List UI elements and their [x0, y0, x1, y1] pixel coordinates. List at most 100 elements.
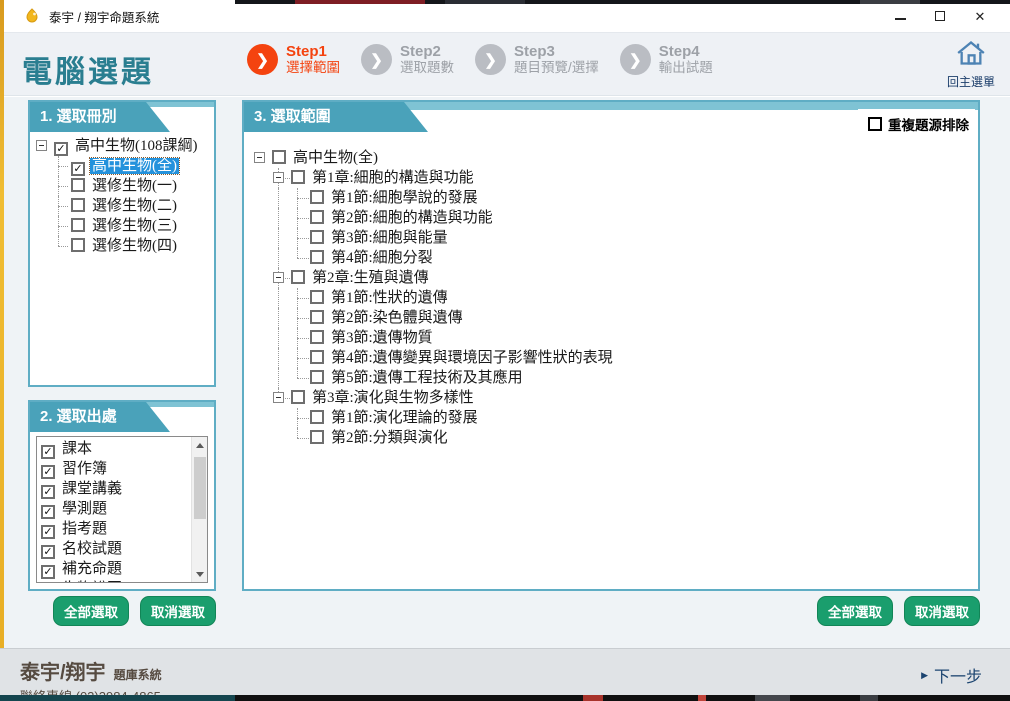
tree-item[interactable]: 第3章:演化與生物多樣性: [244, 388, 978, 408]
select-all-scope-button[interactable]: 全部選取: [817, 596, 893, 626]
scroll-up-button[interactable]: [192, 437, 208, 453]
tree-item[interactable]: 第4節:遺傳變異與環境因子影響性狀的表現: [244, 348, 978, 368]
tree-item[interactable]: ✓ 高中生物(全): [30, 156, 214, 176]
checkbox[interactable]: ✓: [41, 445, 55, 459]
tree-item-label[interactable]: 選修生物(一): [90, 178, 179, 194]
source-list-item[interactable]: ✓ 學測題: [41, 499, 189, 519]
tree-item[interactable]: 選修生物(四): [30, 236, 214, 256]
checkbox[interactable]: [310, 410, 324, 424]
checkbox[interactable]: [310, 430, 324, 444]
tree-item-label[interactable]: 第2節:細胞的構造與功能: [329, 210, 495, 226]
tree-item[interactable]: 第2節:染色體與遺傳: [244, 308, 978, 328]
tree-item[interactable]: 第5節:遺傳工程技術及其應用: [244, 368, 978, 388]
tree-item[interactable]: 第2節:細胞的構造與功能: [244, 208, 978, 228]
checkbox[interactable]: [310, 230, 324, 244]
source-item-label[interactable]: 學測題: [60, 501, 109, 517]
tree-item-label[interactable]: 高中生物(全): [90, 158, 179, 174]
checkbox[interactable]: ✓: [41, 525, 55, 539]
source-list-item[interactable]: ✓指考題: [41, 519, 189, 539]
checkbox[interactable]: [291, 270, 305, 284]
tree-item-label[interactable]: 第1節:演化理論的發展: [329, 410, 480, 426]
source-list-item[interactable]: ✓ 習作簿: [41, 459, 189, 479]
checkbox[interactable]: [291, 390, 305, 404]
checkbox[interactable]: [71, 238, 85, 252]
tree-item-label[interactable]: 第5節:遺傳工程技術及其應用: [329, 370, 525, 386]
step-3[interactable]: ❯ Step3 題目預覽/選擇: [475, 43, 599, 76]
tree-item-label[interactable]: 選修生物(三): [90, 218, 179, 234]
checkbox[interactable]: ✓: [41, 485, 55, 499]
home-button[interactable]: 回主選單: [942, 39, 1000, 90]
tree-item-label[interactable]: 高中生物(全): [291, 150, 380, 166]
checkbox[interactable]: [310, 250, 324, 264]
minimize-button[interactable]: [880, 3, 920, 29]
tree-item[interactable]: 選修生物(一): [30, 176, 214, 196]
tree-item-label[interactable]: 選修生物(四): [90, 238, 179, 254]
checkbox[interactable]: [310, 370, 324, 384]
checkbox[interactable]: [272, 150, 286, 164]
checkbox[interactable]: ✓: [71, 162, 85, 176]
checkbox[interactable]: [71, 198, 85, 212]
tree-item[interactable]: 第2章:生殖與遺傳: [244, 268, 978, 288]
source-list-scrollbar[interactable]: [191, 437, 207, 582]
tree-item[interactable]: ✓ 高中生物(108課綱): [30, 136, 214, 156]
checkbox[interactable]: [310, 290, 324, 304]
source-item-label[interactable]: 補充命題: [60, 561, 124, 577]
dedupe-checkbox[interactable]: [868, 117, 882, 131]
tree-item[interactable]: 第3節:遺傳物質: [244, 328, 978, 348]
step-4[interactable]: ❯ Step4 輸出試題: [620, 43, 713, 76]
deselect-all-sources-button[interactable]: 取消選取: [140, 596, 216, 626]
source-list-item[interactable]: ✓ 課堂講義: [41, 479, 189, 499]
source-item-label[interactable]: 名校試題: [60, 541, 124, 557]
tree-item-label[interactable]: 第4節:遺傳變異與環境因子影響性狀的表現: [329, 350, 615, 366]
select-all-sources-button[interactable]: 全部選取: [53, 596, 129, 626]
tree-item[interactable]: 選修生物(三): [30, 216, 214, 236]
tree-item-label[interactable]: 第2章:生殖與遺傳: [310, 270, 431, 286]
tree-expand-toggle[interactable]: [36, 140, 47, 151]
tree-item[interactable]: 第1節:細胞學說的發展: [244, 188, 978, 208]
tree-item[interactable]: 第2節:分類與演化: [244, 428, 978, 448]
checkbox[interactable]: [310, 350, 324, 364]
checkbox[interactable]: [310, 190, 324, 204]
source-list-item[interactable]: ✓ 課本: [41, 439, 189, 459]
source-item-label[interactable]: 生物說圖: [60, 581, 124, 583]
tree-expand-toggle[interactable]: [273, 272, 284, 283]
source-item-label[interactable]: 課堂講義: [60, 481, 124, 497]
checkbox[interactable]: [310, 210, 324, 224]
tree-expand-toggle[interactable]: [273, 172, 284, 183]
step-2[interactable]: ❯ Step2 選取題數: [361, 43, 454, 76]
checkbox[interactable]: [310, 310, 324, 324]
tree-item-label[interactable]: 選修生物(二): [90, 198, 179, 214]
tree-item[interactable]: 第1章:細胞的構造與功能: [244, 168, 978, 188]
tree-item-label[interactable]: 第2節:分類與演化: [329, 430, 450, 446]
tree-item[interactable]: 選修生物(二): [30, 196, 214, 216]
tree-item-label[interactable]: 第1章:細胞的構造與功能: [310, 170, 476, 186]
tree-item-label[interactable]: 第3節:遺傳物質: [329, 330, 435, 346]
tree-expand-toggle[interactable]: [273, 392, 284, 403]
tree-item[interactable]: 第4節:細胞分裂: [244, 248, 978, 268]
checkbox[interactable]: ✓: [41, 505, 55, 519]
tree-item-label[interactable]: 第3節:細胞與能量: [329, 230, 450, 246]
source-item-label[interactable]: 課本: [60, 441, 94, 457]
checkbox[interactable]: ✓: [54, 142, 68, 156]
checkbox[interactable]: [310, 330, 324, 344]
tree-item-label[interactable]: 高中生物(108課綱): [73, 138, 200, 154]
checkbox[interactable]: [291, 170, 305, 184]
scrollbar-thumb[interactable]: [194, 457, 206, 519]
checkbox[interactable]: [71, 178, 85, 192]
scroll-down-button[interactable]: [192, 566, 208, 582]
close-button[interactable]: ✕: [960, 3, 1000, 29]
checkbox[interactable]: [71, 218, 85, 232]
tree-item[interactable]: 高中生物(全): [244, 148, 978, 168]
source-item-label[interactable]: 習作簿: [60, 461, 109, 477]
checkbox[interactable]: ✓: [41, 565, 55, 579]
tree-item[interactable]: 第1節:演化理論的發展: [244, 408, 978, 428]
deselect-all-scope-button[interactable]: 取消選取: [904, 596, 980, 626]
step-1[interactable]: ❯ Step1 選擇範圍: [247, 43, 340, 76]
tree-item[interactable]: 第3節:細胞與能量: [244, 228, 978, 248]
tree-item-label[interactable]: 第1節:性狀的遺傳: [329, 290, 450, 306]
maximize-button[interactable]: [920, 3, 960, 29]
tree-item-label[interactable]: 第3章:演化與生物多樣性: [310, 390, 476, 406]
tree-item[interactable]: 第1節:性狀的遺傳: [244, 288, 978, 308]
tree-item-label[interactable]: 第2節:染色體與遺傳: [329, 310, 465, 326]
checkbox[interactable]: ✓: [41, 465, 55, 479]
